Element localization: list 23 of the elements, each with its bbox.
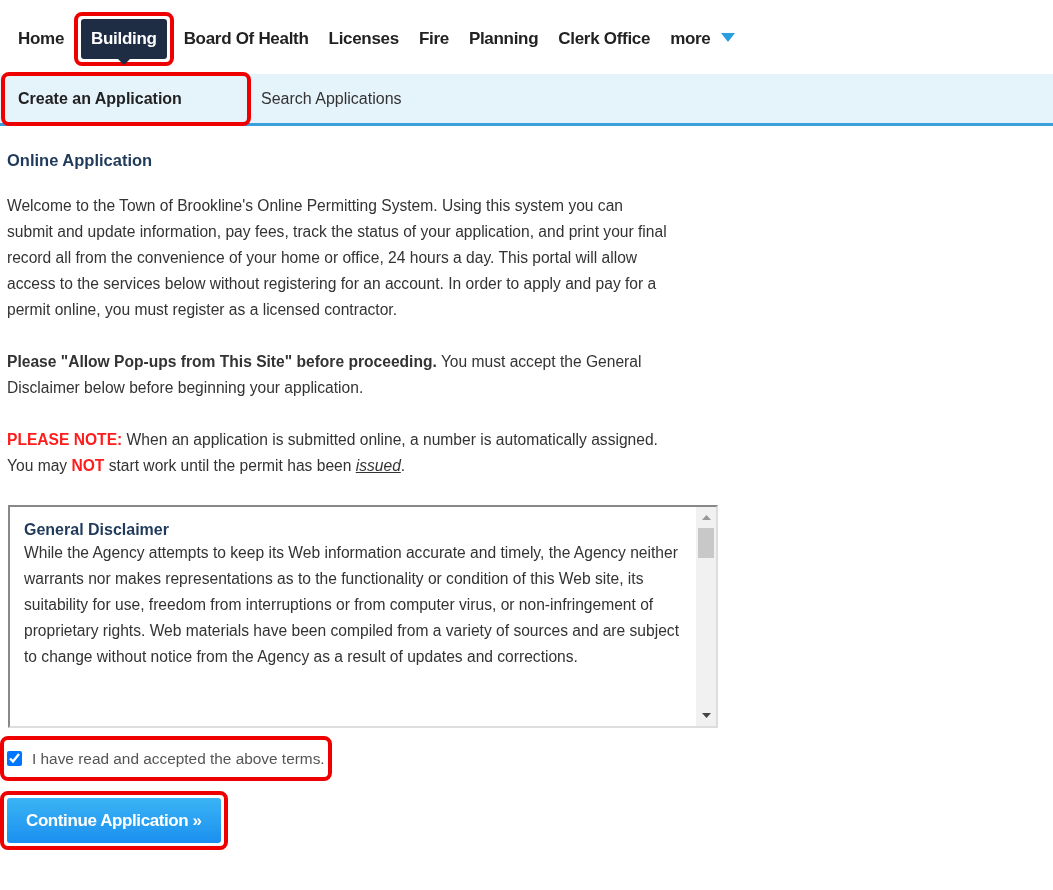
paragraph: Please "Allow Pop-ups from This Site" before proceeding. You must accept the General Disclaimer below before beginning your application.	[7, 351, 643, 398]
tab-pointer	[117, 59, 130, 65]
nav-tab[interactable]: Fire	[408, 19, 459, 59]
menu-dropdown[interactable]: more	[660, 19, 745, 59]
scroll-thumb[interactable]	[698, 527, 714, 558]
nav-tab[interactable]: Clerk Office	[548, 19, 661, 59]
disclaimer-text: While the Agency attempts to keep its Web information accurate and timely, the Agency neither warrants nor makes representations as to the functionality or condition of this Web site, its suitability for use, freedom from interruptions or from computer virus, or non-infringement of proprietary rights. Web materials have been compiled from a variety of sources and are subject to change without notice from the Agency as a result of updates and corrections.	[24, 542, 680, 667]
scrollbar[interactable]	[696, 506, 716, 726]
nav-tab[interactable]: Planning	[458, 19, 549, 59]
section-heading: Online Application	[7, 150, 154, 171]
nav-tab[interactable]: Home	[8, 19, 75, 59]
nav-tab[interactable]: Licenses	[318, 19, 409, 59]
caret-icon	[720, 33, 735, 43]
sub-tab[interactable]: Create an Application	[8, 78, 244, 119]
paragraph: Welcome to the Town of Brookline's Online Permitting System. Using this system you can submit and update information, pay fees, track the status of your application, and print your final record all from the convenience of your home or office, 24 hours a day. This portal will allow access to the services below without registering for an account. In order to apply and pay for a permit online, you must register as a licensed contractor.	[7, 195, 668, 320]
sub-tab[interactable]: Search Applications	[251, 78, 412, 119]
paragraph: PLEASE NOTE: When an application is submitted online, a number is automatically assigned. You may NOT start work until the permit has been issued.	[7, 429, 659, 476]
checkbox-label[interactable]: I have read and accepted the above terms.	[32, 746, 325, 770]
scroll-up-icon[interactable]	[701, 514, 711, 520]
disclaimer-title: General Disclaimer	[24, 519, 170, 540]
checkbox[interactable]	[7, 750, 22, 766]
scroll-down-icon[interactable]	[701, 712, 711, 718]
nav-tab[interactable]: Board Of Health	[173, 19, 319, 59]
